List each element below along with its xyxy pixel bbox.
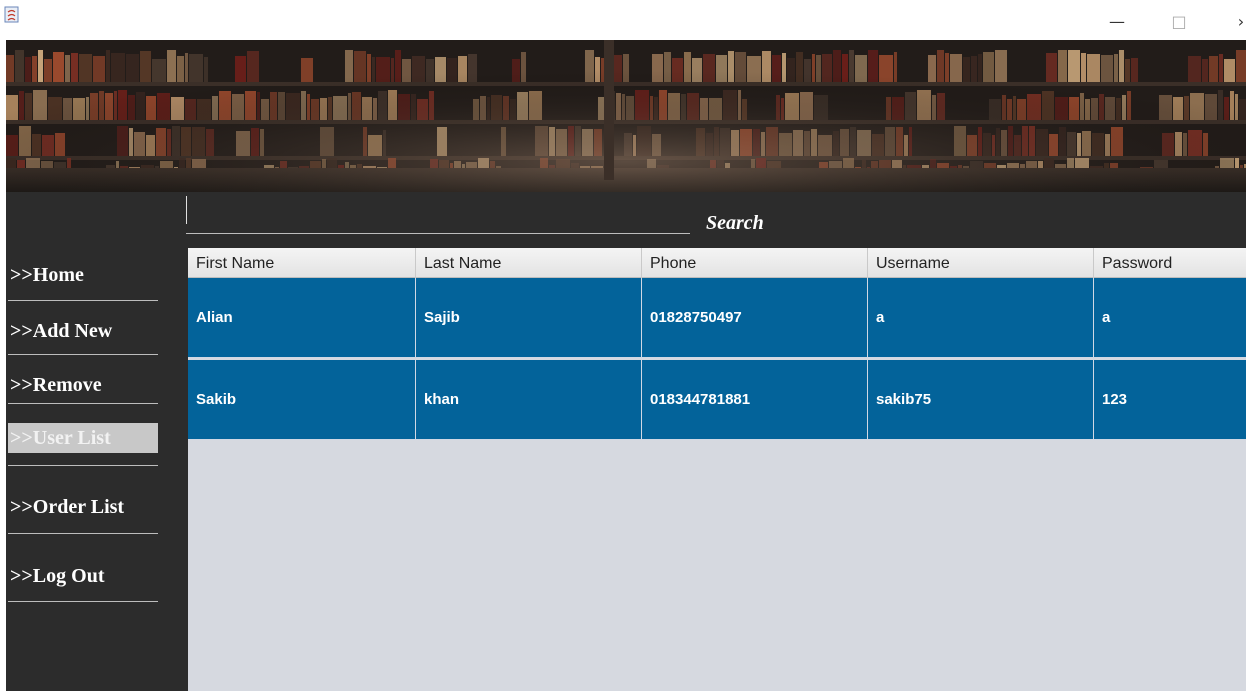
divider (8, 403, 158, 404)
table-header: First Name Last Name Phone Username Pass… (188, 248, 1246, 278)
sidebar-item-label: >>User List (8, 423, 158, 453)
minimize-button[interactable]: — (1102, 10, 1132, 34)
maximize-button[interactable]: □ (1164, 10, 1194, 34)
title-bar: — □ › (0, 0, 1246, 40)
cell-last-name: khan (416, 360, 642, 440)
cell-first-name: Alian (188, 278, 416, 358)
cell-username: sakib75 (868, 360, 1094, 440)
library-banner-image (6, 40, 1246, 192)
sidebar-item-order-list[interactable]: >>Order List (8, 492, 160, 534)
user-table[interactable]: First Name Last Name Phone Username Pass… (188, 248, 1246, 691)
java-app-icon (4, 6, 20, 24)
cell-first-name: Sakib (188, 360, 416, 440)
sidebar-item-label: >>Order List (10, 496, 125, 518)
sidebar-item-label: >>Log Out (10, 565, 105, 587)
column-header-username[interactable]: Username (868, 248, 1094, 278)
sidebar-item-remove[interactable]: >>Remove (8, 370, 160, 404)
column-header-password[interactable]: Password (1094, 248, 1246, 278)
divider (8, 354, 158, 355)
cell-password: a (1102, 309, 1111, 326)
cell-password: 123 (1102, 391, 1128, 408)
divider (8, 601, 158, 602)
sidebar-item-add-new[interactable]: >>Add New (8, 316, 160, 355)
column-header-phone[interactable]: Phone (642, 248, 868, 278)
column-header-first-name[interactable]: First Name (188, 248, 416, 278)
search-label: Search (706, 212, 764, 234)
divider (8, 465, 158, 466)
main-panel: >>Home >>Add New >>Remove >>User List >>… (6, 192, 1246, 691)
sidebar-item-home[interactable]: >>Home (8, 260, 160, 301)
sidebar-item-user-list[interactable]: >>User List (8, 423, 160, 466)
sidebar-item-label: >>Remove (10, 374, 102, 396)
sidebar-item-label: >>Home (10, 264, 84, 286)
divider (8, 300, 158, 301)
search-input[interactable] (186, 200, 690, 234)
table-row[interactable]: Sakib khan 018344781881 sakib75 123 (188, 360, 1246, 440)
cell-phone: 01828750497 (642, 278, 868, 358)
cell-last-name: Sajib (416, 278, 642, 358)
table-row[interactable]: Alian Sajib 01828750497 a a (188, 278, 1246, 358)
divider (8, 533, 158, 534)
close-button[interactable]: › (1226, 10, 1246, 34)
cell-username: a (868, 278, 1094, 358)
sidebar-item-label: >>Add New (10, 320, 113, 342)
cell-phone: 018344781881 (642, 360, 868, 440)
column-header-last-name[interactable]: Last Name (416, 248, 642, 278)
sidebar-item-log-out[interactable]: >>Log Out (8, 561, 160, 602)
sidebar-nav: >>Home >>Add New >>Remove >>User List >>… (6, 192, 166, 691)
